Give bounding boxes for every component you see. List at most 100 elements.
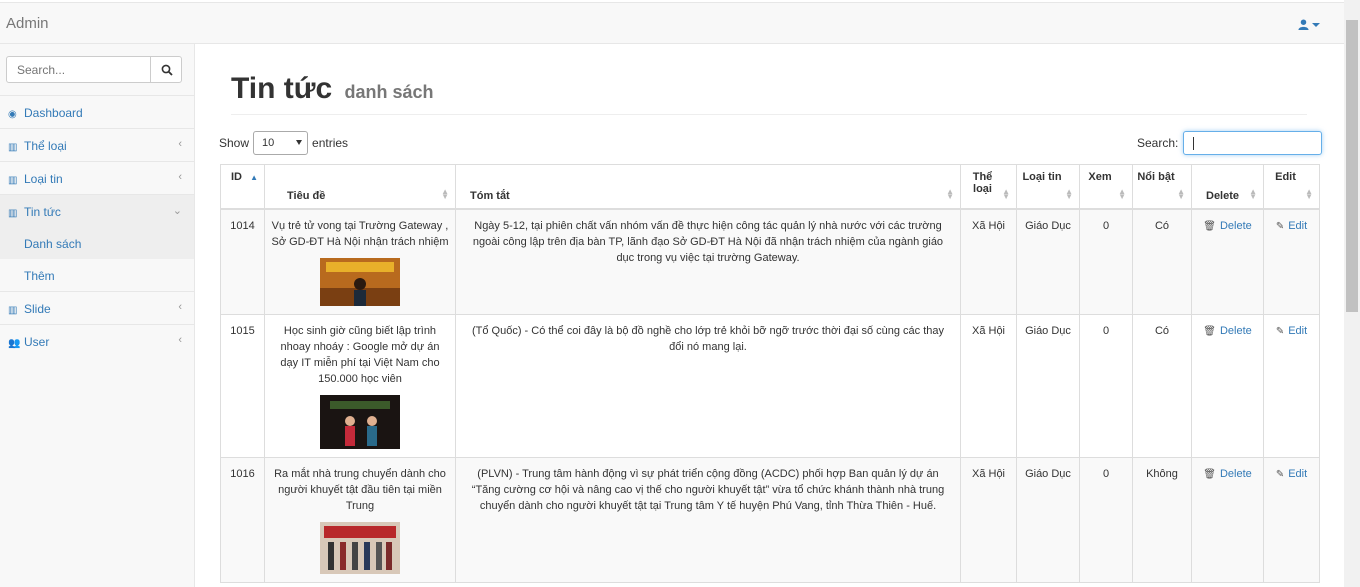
- column-label: Loại tin: [1022, 171, 1062, 183]
- search-label: Search:: [1137, 136, 1179, 150]
- column-label: Tiêu đề: [287, 189, 326, 202]
- news-thumbnail: [320, 521, 400, 574]
- chevron-left-icon: ‹: [178, 334, 182, 346]
- sidebar-menu: ◉ Dashboard ▥ Thể loại ‹ ▥ Loại tin ‹ ▥ Tin …: [0, 95, 194, 357]
- sort-icon: ▲ ▼: [441, 186, 449, 201]
- edit-link[interactable]: ✎ Edit: [1276, 325, 1307, 337]
- entries-select[interactable]: 10: [253, 131, 309, 155]
- edit-label: Edit: [1288, 467, 1308, 480]
- dashboard-icon: ◉: [8, 109, 17, 120]
- column-header-views[interactable]: Xem ▲ ▼: [1079, 164, 1133, 210]
- column-header-delete[interactable]: Delete ▲ ▼: [1191, 164, 1264, 210]
- column-label: Nổi bật: [1137, 171, 1175, 183]
- sidebar-item-the-loai[interactable]: ▥ Thể loại ‹: [0, 128, 194, 161]
- entries-length-control: Show 10 entries: [219, 131, 348, 155]
- sidebar-item-tin-tuc[interactable]: ▥ Tin tức ⌄: [0, 194, 194, 227]
- brand-link[interactable]: Admin: [6, 15, 49, 32]
- column-header-featured[interactable]: Nổi bật ▲ ▼: [1132, 164, 1192, 210]
- pencil-icon: ✎: [1275, 468, 1285, 480]
- sidebar-item-loai-tin[interactable]: ▥ Loại tin ‹: [0, 161, 194, 194]
- delete-link[interactable]: 🗑 Delete: [1203, 220, 1252, 232]
- sidebar-search: [6, 56, 182, 83]
- delete-label: Delete: [1219, 219, 1252, 232]
- column-header-edit[interactable]: Edit ▲ ▼: [1263, 164, 1320, 210]
- table-filter: Search:: [1137, 131, 1323, 155]
- chevron-left-icon: ‹: [178, 171, 182, 183]
- cell-views: 0: [1079, 456, 1133, 583]
- text-cursor: [1193, 137, 1195, 150]
- sidebar-subitem-them[interactable]: Thêm: [0, 259, 194, 291]
- bar-chart-icon: ▥: [8, 142, 18, 153]
- column-label: Tóm tắt: [470, 189, 510, 202]
- sidebar-item-label: Danh sách: [24, 237, 82, 251]
- sidebar-item-label: Thêm: [24, 269, 55, 283]
- table-row: 1014 Vụ trẻ tử vong tại Trường Gateway ,…: [220, 208, 1320, 315]
- column-header-category[interactable]: Thể loại ▲ ▼: [960, 164, 1017, 210]
- sidebar-item-user[interactable]: 👥 User ‹: [0, 324, 194, 357]
- cell-delete: 🗑 Delete: [1191, 313, 1264, 458]
- bar-chart-icon: ▥: [8, 175, 18, 186]
- edit-link[interactable]: ✎ Edit: [1276, 468, 1307, 480]
- cell-summary: (PLVN) - Trung tâm hành động vì sự phát …: [455, 456, 961, 583]
- column-label: Xem: [1088, 171, 1112, 183]
- news-title: Vụ trẻ tử vong tại Trường Gateway , Sở G…: [271, 219, 449, 248]
- sort-icon: ▲ ▼: [1065, 186, 1073, 201]
- column-header-summary[interactable]: Tóm tắt ▲ ▼: [455, 164, 961, 210]
- bar-chart-icon: ▥: [8, 305, 18, 316]
- cell-category: Xã Hội: [960, 208, 1017, 315]
- sort-icon: ▲ ▼: [1002, 186, 1010, 201]
- sort-icon: ▲ ▼: [946, 186, 954, 201]
- sidebar-item-dashboard[interactable]: ◉ Dashboard: [0, 95, 194, 128]
- sidebar-item-label: Loại tin: [24, 172, 63, 186]
- cell-views: 0: [1079, 208, 1133, 315]
- dropdown-arrow-icon: [296, 140, 303, 145]
- entries-label: entries: [312, 136, 349, 150]
- column-header-title[interactable]: Tiêu đề ▲ ▼: [264, 164, 456, 210]
- cell-summary: (Tổ Quốc) - Có thể coi đây là bộ đồ nghề…: [455, 313, 961, 458]
- caret-down-icon: [1312, 22, 1320, 27]
- cell-title: Học sinh giờ cũng biết lập trình nhoay n…: [264, 313, 456, 458]
- sort-icon: ▲ ▼: [1305, 186, 1313, 201]
- news-table: ID ▲ Tiêu đề ▲ ▼ Tóm tắt ▲ ▼ Thể loại ▲ ▼ Loại …: [220, 164, 1320, 583]
- cell-edit: ✎ Edit: [1263, 313, 1320, 458]
- cell-type: Giáo Dục: [1016, 313, 1080, 458]
- column-label: Edit: [1275, 171, 1296, 183]
- column-label: Delete: [1206, 189, 1240, 202]
- edit-link[interactable]: ✎ Edit: [1276, 220, 1307, 232]
- cell-category: Xã Hội: [960, 313, 1017, 458]
- column-header-id[interactable]: ID ▲: [220, 164, 265, 210]
- user-dropdown[interactable]: [1298, 17, 1320, 31]
- table-search-input[interactable]: [1183, 131, 1323, 155]
- cell-type: Giáo Dục: [1016, 208, 1080, 315]
- scrollbar-thumb[interactable]: [1346, 20, 1358, 312]
- top-navbar: Admin: [0, 2, 1344, 44]
- users-icon: 👥: [8, 338, 21, 349]
- delete-link[interactable]: 🗑 Delete: [1203, 468, 1252, 480]
- search-input[interactable]: [6, 56, 151, 83]
- table-row: 1015 Học sinh giờ cũng biết lập trình nh…: [220, 313, 1320, 458]
- table-row: 1016 Ra mắt nhà trung chuyển dành cho ng…: [220, 456, 1320, 583]
- sidebar: ◉ Dashboard ▥ Thể loại ‹ ▥ Loại tin ‹ ▥ Tin …: [0, 44, 195, 587]
- sidebar-item-slide[interactable]: ▥ Slide ‹: [0, 291, 194, 324]
- sidebar-item-label: Tin tức: [24, 205, 61, 219]
- edit-label: Edit: [1288, 324, 1308, 337]
- cell-views: 0: [1079, 313, 1133, 458]
- delete-link[interactable]: 🗑 Delete: [1203, 325, 1252, 337]
- page-scrollbar[interactable]: [1344, 0, 1360, 587]
- cell-id: 1014: [220, 208, 265, 315]
- cell-featured: Có: [1132, 313, 1192, 458]
- trash-icon: 🗑: [1203, 468, 1216, 480]
- delete-label: Delete: [1219, 324, 1252, 337]
- sidebar-subitem-danh-sach[interactable]: Danh sách: [0, 227, 194, 259]
- cell-category: Xã Hội: [960, 456, 1017, 583]
- search-icon: [161, 64, 173, 76]
- sort-icon: ▲ ▼: [1249, 186, 1257, 201]
- news-thumbnail: [320, 257, 400, 306]
- search-button[interactable]: [150, 56, 182, 83]
- column-header-type[interactable]: Loại tin ▲ ▼: [1016, 164, 1080, 210]
- pencil-icon: ✎: [1275, 220, 1285, 232]
- sidebar-item-label: Slide: [24, 302, 51, 316]
- cell-title: Ra mắt nhà trung chuyển dành cho người k…: [264, 456, 456, 583]
- user-icon: [1298, 19, 1309, 31]
- edit-label: Edit: [1288, 219, 1308, 232]
